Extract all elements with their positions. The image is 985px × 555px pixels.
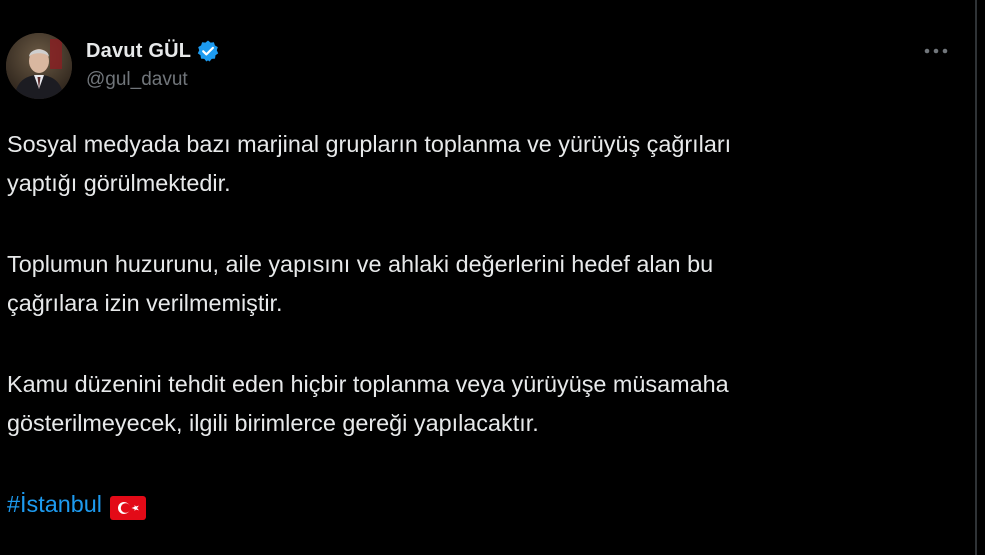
tweet-line: Kamu düzenini tehdit eden hiçbir toplanm… (7, 371, 729, 397)
hashtag-row: #İstanbul (7, 485, 967, 524)
turkey-flag-icon (109, 493, 146, 520)
user-handle[interactable]: @gul_davut (86, 69, 220, 91)
tweet: Davut GÜL @gul_davut Sosyal medyada bazı… (0, 0, 975, 555)
tweet-line: çağrılara izin verilmemiştir. (7, 290, 283, 316)
tweet-line: gösterilmeyecek, ilgili birimlerce gereğ… (7, 410, 539, 436)
name-row: Davut GÜL (86, 37, 220, 65)
more-options-icon[interactable] (918, 40, 954, 62)
tweet-line: yaptığı görülmektedir. (7, 170, 231, 196)
tweet-text: Sosyal medyada bazı marjinal grupların t… (7, 125, 967, 524)
tweet-line: Toplumun huzurunu, aile yapısını ve ahla… (7, 251, 714, 277)
tweet-paragraph: Toplumun huzurunu, aile yapısını ve ahla… (7, 245, 967, 323)
user-info: Davut GÜL @gul_davut (86, 37, 220, 91)
tweet-line: Sosyal medyada bazı marjinal grupların t… (7, 131, 732, 157)
tweet-paragraph: Kamu düzenini tehdit eden hiçbir toplanm… (7, 365, 967, 443)
display-name[interactable]: Davut GÜL (86, 40, 191, 63)
hashtag-link[interactable]: #İstanbul (7, 485, 102, 524)
tweet-paragraph: Sosyal medyada bazı marjinal grupların t… (7, 125, 967, 203)
tweet-header: Davut GÜL @gul_davut (6, 33, 220, 101)
timeline-border (975, 0, 977, 555)
avatar[interactable] (6, 33, 72, 99)
verified-badge-icon (196, 39, 220, 63)
